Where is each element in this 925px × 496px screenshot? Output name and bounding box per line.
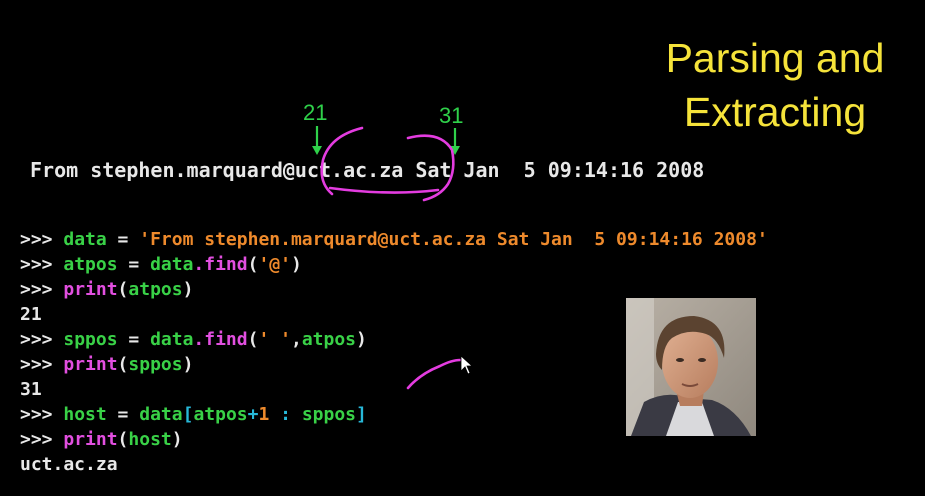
pen-stroke: [406, 358, 462, 390]
mouse-cursor-icon: [460, 355, 474, 375]
highlight-bracket: [320, 126, 455, 202]
annotation-overlay: [312, 126, 474, 390]
